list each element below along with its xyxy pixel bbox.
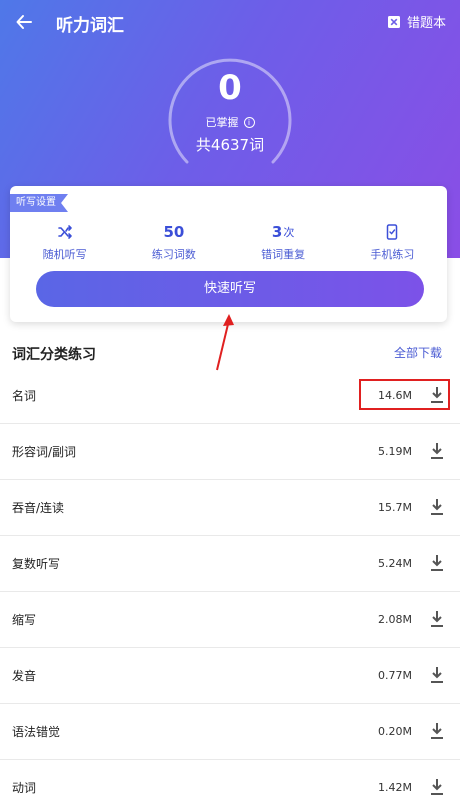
list-item[interactable]: 吞音/连读 15.7M	[0, 480, 460, 536]
dictation-settings-card: 听写设置 随机听写 50 练习词数 3次 错词重复 手机练习 快速听写	[10, 186, 447, 322]
repeat-value: 3	[271, 223, 283, 241]
item-size: 14.6M	[378, 389, 412, 402]
repeat-unit: 次	[283, 226, 295, 239]
item-name: 复数听写	[12, 557, 61, 571]
download-icon[interactable]	[428, 385, 446, 405]
item-size: 2.08M	[378, 613, 412, 626]
list-item[interactable]: 名词 14.6M	[0, 368, 460, 424]
item-size: 5.19M	[378, 445, 412, 458]
item-name: 形容词/副词	[12, 445, 77, 459]
settings-row: 随机听写 50 练习词数 3次 错词重复 手机练习	[10, 222, 447, 262]
mastered-label: 已掌握	[205, 116, 239, 129]
mistake-book-label: 错题本	[406, 16, 446, 31]
back-arrow-icon	[16, 15, 32, 29]
item-size: 15.7M	[378, 501, 412, 514]
list-item[interactable]: 语法错觉 0.20M	[0, 704, 460, 760]
setting-phone[interactable]: 手机练习	[338, 222, 447, 262]
list-item[interactable]: 形容词/副词 5.19M	[0, 424, 460, 480]
page-title: 听力词汇	[56, 16, 124, 36]
item-name: 动词	[12, 781, 37, 795]
list-item[interactable]: 缩写 2.08M	[0, 592, 460, 648]
total-words: 共4637词	[195, 136, 265, 154]
setting-repeat-label: 错词重复	[261, 248, 306, 261]
word-count-value: 50	[163, 223, 185, 241]
mastered-row: 已掌握 i	[0, 114, 460, 130]
settings-tag: 听写设置	[10, 194, 68, 212]
download-icon[interactable]	[428, 609, 446, 629]
download-icon[interactable]	[428, 553, 446, 573]
item-name: 名词	[12, 389, 37, 403]
item-size: 0.20M	[378, 725, 412, 738]
top-bar: 听力词汇 错题本	[0, 0, 460, 44]
quick-dictation-button[interactable]: 快速听写	[36, 271, 424, 307]
setting-random-label: 随机听写	[42, 248, 87, 261]
mastered-count: 0	[218, 68, 242, 108]
download-icon[interactable]	[428, 777, 446, 797]
setting-word-count-label: 练习词数	[151, 248, 196, 261]
list-item[interactable]: 复数听写 5.24M	[0, 536, 460, 592]
shuffle-icon	[57, 225, 72, 239]
category-title: 词汇分类练习	[12, 347, 96, 363]
setting-phone-label: 手机练习	[370, 248, 415, 261]
back-button[interactable]	[10, 8, 38, 36]
setting-word-count[interactable]: 50 练习词数	[119, 222, 228, 262]
download-icon[interactable]	[428, 441, 446, 461]
category-list: 名词 14.6M 形容词/副词 5.19M 吞音/连读 15.7M 复数听写 5…	[0, 368, 460, 800]
setting-repeat[interactable]: 3次 错词重复	[229, 222, 338, 262]
item-size: 0.77M	[378, 669, 412, 682]
mistake-book-icon	[387, 15, 400, 28]
item-name: 缩写	[12, 613, 37, 627]
download-icon[interactable]	[428, 497, 446, 517]
item-size: 1.42M	[378, 781, 412, 794]
mistake-book-button[interactable]: 错题本	[387, 12, 446, 31]
download-icon[interactable]	[428, 665, 446, 685]
item-name: 吞音/连读	[12, 501, 65, 515]
item-name: 发音	[12, 669, 37, 683]
item-size: 5.24M	[378, 557, 412, 570]
item-name: 语法错觉	[12, 725, 61, 739]
info-icon[interactable]: i	[243, 116, 255, 128]
list-item[interactable]: 发音 0.77M	[0, 648, 460, 704]
setting-random[interactable]: 随机听写	[10, 222, 119, 262]
phone-icon	[387, 224, 398, 240]
list-item[interactable]: 动词 1.42M	[0, 760, 460, 800]
download-all-link[interactable]: 全部下载	[394, 344, 442, 361]
download-icon[interactable]	[428, 721, 446, 741]
